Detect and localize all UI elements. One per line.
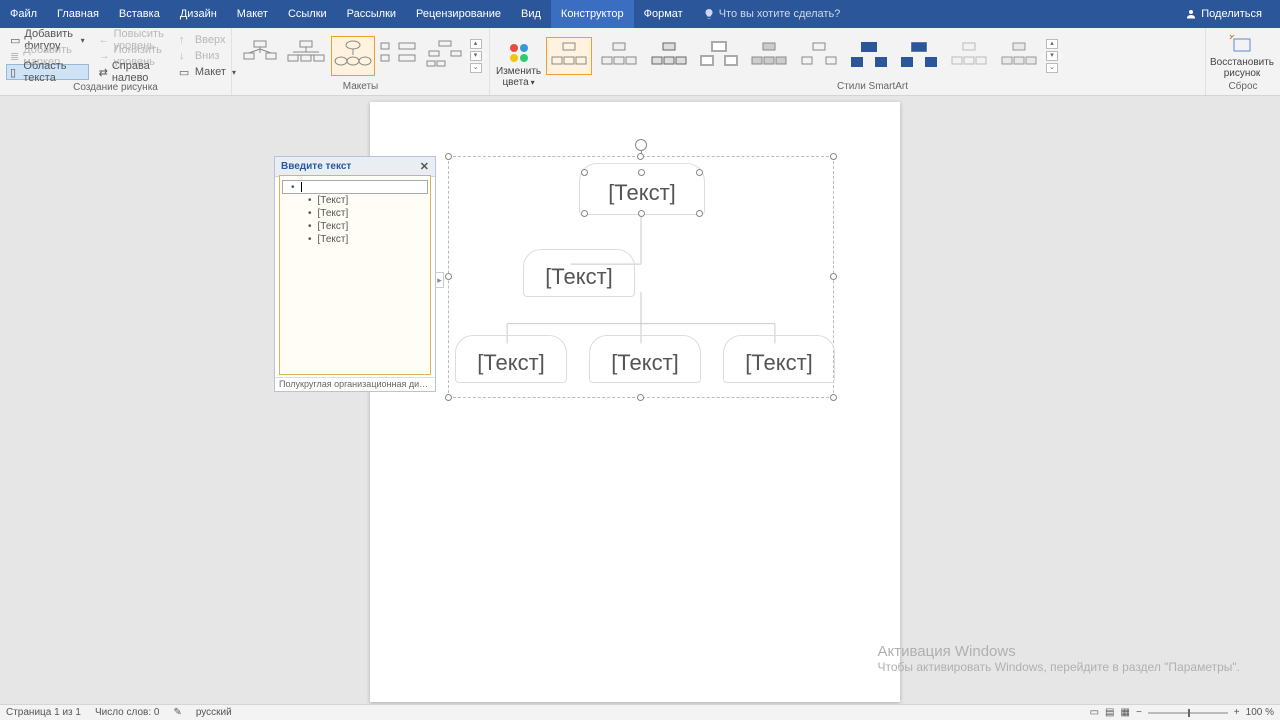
layouts-gallery[interactable]: ▴▾⌄ [238, 32, 483, 79]
style-option-8[interactable] [896, 37, 942, 75]
ribbon: ▭Добавить фигуру▾ ≣Добавить маркер ▯Обла… [0, 28, 1280, 96]
status-language[interactable]: русский [196, 707, 232, 718]
smartart-text-pane[interactable]: Введите текст ✕ [Текст] [Текст] [Текст] … [274, 156, 436, 392]
status-page[interactable]: Страница 1 из 1 [6, 707, 81, 718]
tab-format[interactable]: Формат [634, 0, 693, 28]
view-read-mode-button[interactable]: ▭ [1090, 707, 1099, 718]
smartart-node[interactable]: [Текст] [461, 345, 561, 381]
style-option-9[interactable] [946, 37, 992, 75]
text-pane-item[interactable]: [Текст] [282, 233, 428, 246]
text-pane-title: Введите текст [281, 161, 351, 172]
style-option-6[interactable] [796, 37, 842, 75]
text-pane-footer: Полукруглая организационная диагр... [275, 377, 435, 391]
styles-gallery[interactable]: ▴▾⌄ [546, 32, 1199, 79]
zoom-slider[interactable] [1148, 712, 1228, 714]
group-label-reset: Сброс [1212, 79, 1274, 95]
smartart-node[interactable]: [Текст] [585, 173, 699, 213]
reset-icon [1228, 33, 1256, 57]
watermark-sub: Чтобы активировать Windows, перейдите в … [877, 660, 1240, 674]
move-down-button[interactable]: ↓Вниз [175, 48, 240, 64]
resize-handle[interactable] [638, 210, 645, 217]
layout-dropdown[interactable]: ▭Макет▾ [175, 64, 240, 80]
status-bar: Страница 1 из 1 Число слов: 0 ✎ русский … [0, 704, 1280, 720]
tell-me-input[interactable]: Что вы хотите сделать? [693, 0, 851, 28]
style-option-7[interactable] [846, 37, 892, 75]
group-label-styles: Стили SmartArt [546, 79, 1199, 95]
text-pane-body[interactable]: [Текст] [Текст] [Текст] [Текст] [279, 175, 431, 375]
text-pane-item-editing[interactable] [282, 180, 428, 194]
group-label-create: Создание рисунка [6, 80, 225, 96]
status-words[interactable]: Число слов: 0 [95, 707, 159, 718]
watermark-title: Активация Windows [877, 643, 1240, 660]
change-colors-label1: Изменить [496, 66, 541, 77]
tab-references[interactable]: Ссылки [278, 0, 337, 28]
resize-handle[interactable] [696, 169, 703, 176]
change-colors-label2: цвета [502, 77, 528, 88]
status-proofing-icon[interactable]: ✎ [173, 707, 181, 718]
zoom-out-button[interactable]: − [1136, 707, 1142, 718]
move-up-button[interactable]: ↑Вверх [175, 32, 240, 48]
view-web-layout-button[interactable]: ▦ [1121, 707, 1130, 718]
lightbulb-icon [703, 8, 715, 20]
tab-constructor[interactable]: Конструктор [551, 0, 634, 28]
rotate-handle[interactable] [635, 139, 647, 151]
layout-option-3[interactable] [331, 36, 375, 76]
resize-handle[interactable] [638, 169, 645, 176]
smartart-node[interactable]: [Текст] [529, 259, 629, 295]
share-label: Поделиться [1201, 8, 1262, 20]
change-colors-button[interactable]: Изменить цвета▾ [496, 40, 541, 88]
share-icon [1185, 8, 1197, 20]
reset-label1: Восстановить [1210, 57, 1274, 68]
style-option-2[interactable] [596, 37, 642, 75]
share-button[interactable]: Поделиться [1175, 8, 1272, 20]
style-option-5[interactable] [746, 37, 792, 75]
zoom-level[interactable]: 100 % [1246, 707, 1274, 718]
view-print-layout-button[interactable]: ▤ [1105, 707, 1114, 718]
text-pane-close-button[interactable]: ✕ [420, 160, 429, 173]
style-option-10[interactable] [996, 37, 1042, 75]
tab-view[interactable]: Вид [511, 0, 551, 28]
group-label-layouts: Макеты [238, 79, 483, 95]
palette-icon [504, 40, 534, 66]
text-pane-item[interactable]: [Текст] [282, 207, 428, 220]
layout-option-2[interactable] [284, 36, 328, 76]
tab-mailings[interactable]: Рассылки [337, 0, 406, 28]
layout-option-4[interactable] [377, 36, 421, 76]
text-pane-collapse-button[interactable]: ▸ [436, 272, 444, 288]
styles-more[interactable]: ▴▾⌄ [1046, 39, 1060, 73]
reset-label2: рисунок [1224, 68, 1261, 79]
ribbon-tabs: Файл Главная Вставка Дизайн Макет Ссылки… [0, 0, 1280, 28]
smartart-frame[interactable]: [Текст] [Текст] [Текст] [Текст] [Текст] [448, 156, 834, 398]
layouts-more[interactable]: ▴▾⌄ [470, 39, 483, 73]
style-option-3[interactable] [646, 37, 692, 75]
activation-watermark: Активация Windows Чтобы активировать Win… [877, 643, 1240, 674]
tell-me-label: Что вы хотите сделать? [719, 8, 841, 20]
tab-home[interactable]: Главная [47, 0, 109, 28]
style-option-1[interactable] [546, 37, 592, 75]
text-pane-item[interactable]: [Текст] [282, 194, 428, 207]
rtl-button[interactable]: ⇄Справа налево [95, 64, 169, 80]
zoom-in-button[interactable]: + [1234, 707, 1240, 718]
text-pane-item[interactable]: [Текст] [282, 220, 428, 233]
tab-review[interactable]: Рецензирование [406, 0, 511, 28]
resize-handle[interactable] [581, 210, 588, 217]
layout-option-1[interactable] [238, 36, 282, 76]
tab-insert[interactable]: Вставка [109, 0, 170, 28]
reset-graphic-button[interactable]: Восстановить рисунок [1212, 33, 1272, 79]
smartart-node[interactable]: [Текст] [595, 345, 695, 381]
tab-layout[interactable]: Макет [227, 0, 278, 28]
style-option-4[interactable] [696, 37, 742, 75]
text-pane-toggle[interactable]: ▯Область текста [6, 64, 89, 80]
resize-handle[interactable] [696, 210, 703, 217]
tab-file[interactable]: Файл [0, 0, 47, 28]
workspace: Введите текст ✕ [Текст] [Текст] [Текст] … [0, 96, 1280, 704]
resize-handle[interactable] [581, 169, 588, 176]
tab-design[interactable]: Дизайн [170, 0, 227, 28]
layout-option-5[interactable] [423, 36, 467, 76]
smartart-node[interactable]: [Текст] [729, 345, 829, 381]
